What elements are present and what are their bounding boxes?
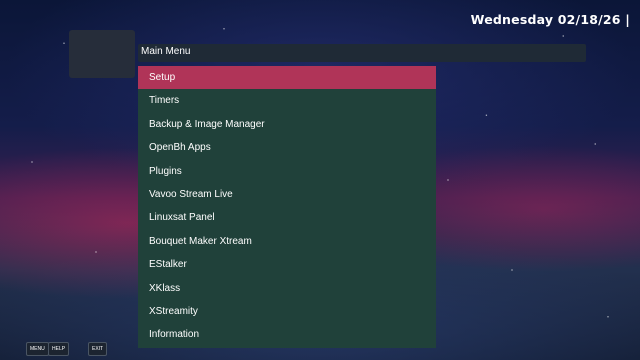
menu-item-vavoo-stream-live[interactable]: Vavoo Stream Live <box>138 183 436 206</box>
menu-item-xklass[interactable]: XKlass <box>138 277 436 300</box>
menu-item-openbh-apps[interactable]: OpenBh Apps <box>138 136 436 159</box>
menu-title-bar: Main Menu <box>138 44 586 62</box>
menu-item-xstreamity[interactable]: XStreamity <box>138 300 436 323</box>
menu-item-timers[interactable]: Timers <box>138 89 436 112</box>
menu-item-backup-image-manager[interactable]: Backup & Image Manager <box>138 113 436 136</box>
menu-button[interactable]: MENU <box>26 342 49 356</box>
menu-item-information[interactable]: Information <box>138 323 436 346</box>
menu-title: Main Menu <box>141 46 191 57</box>
help-button[interactable]: HELP <box>48 342 70 356</box>
menu-item-plugins[interactable]: Plugins <box>138 160 436 183</box>
menu-item-setup[interactable]: Setup <box>138 66 436 90</box>
menu-item-bouquet-maker-xtream[interactable]: Bouquet Maker Xtream <box>138 230 436 253</box>
menu-item-estalker[interactable]: EStalker <box>138 253 436 276</box>
preview-thumbnail <box>69 30 135 78</box>
exit-button[interactable]: EXIT <box>88 342 108 356</box>
main-menu-list: Setup Timers Backup & Image Manager Open… <box>138 66 436 347</box>
main-menu-panel: Setup Timers Backup & Image Manager Open… <box>138 66 436 348</box>
date-time-display: Wednesday 02/18/26 | <box>470 12 630 27</box>
menu-item-linuxsat-panel[interactable]: Linuxsat Panel <box>138 206 436 229</box>
